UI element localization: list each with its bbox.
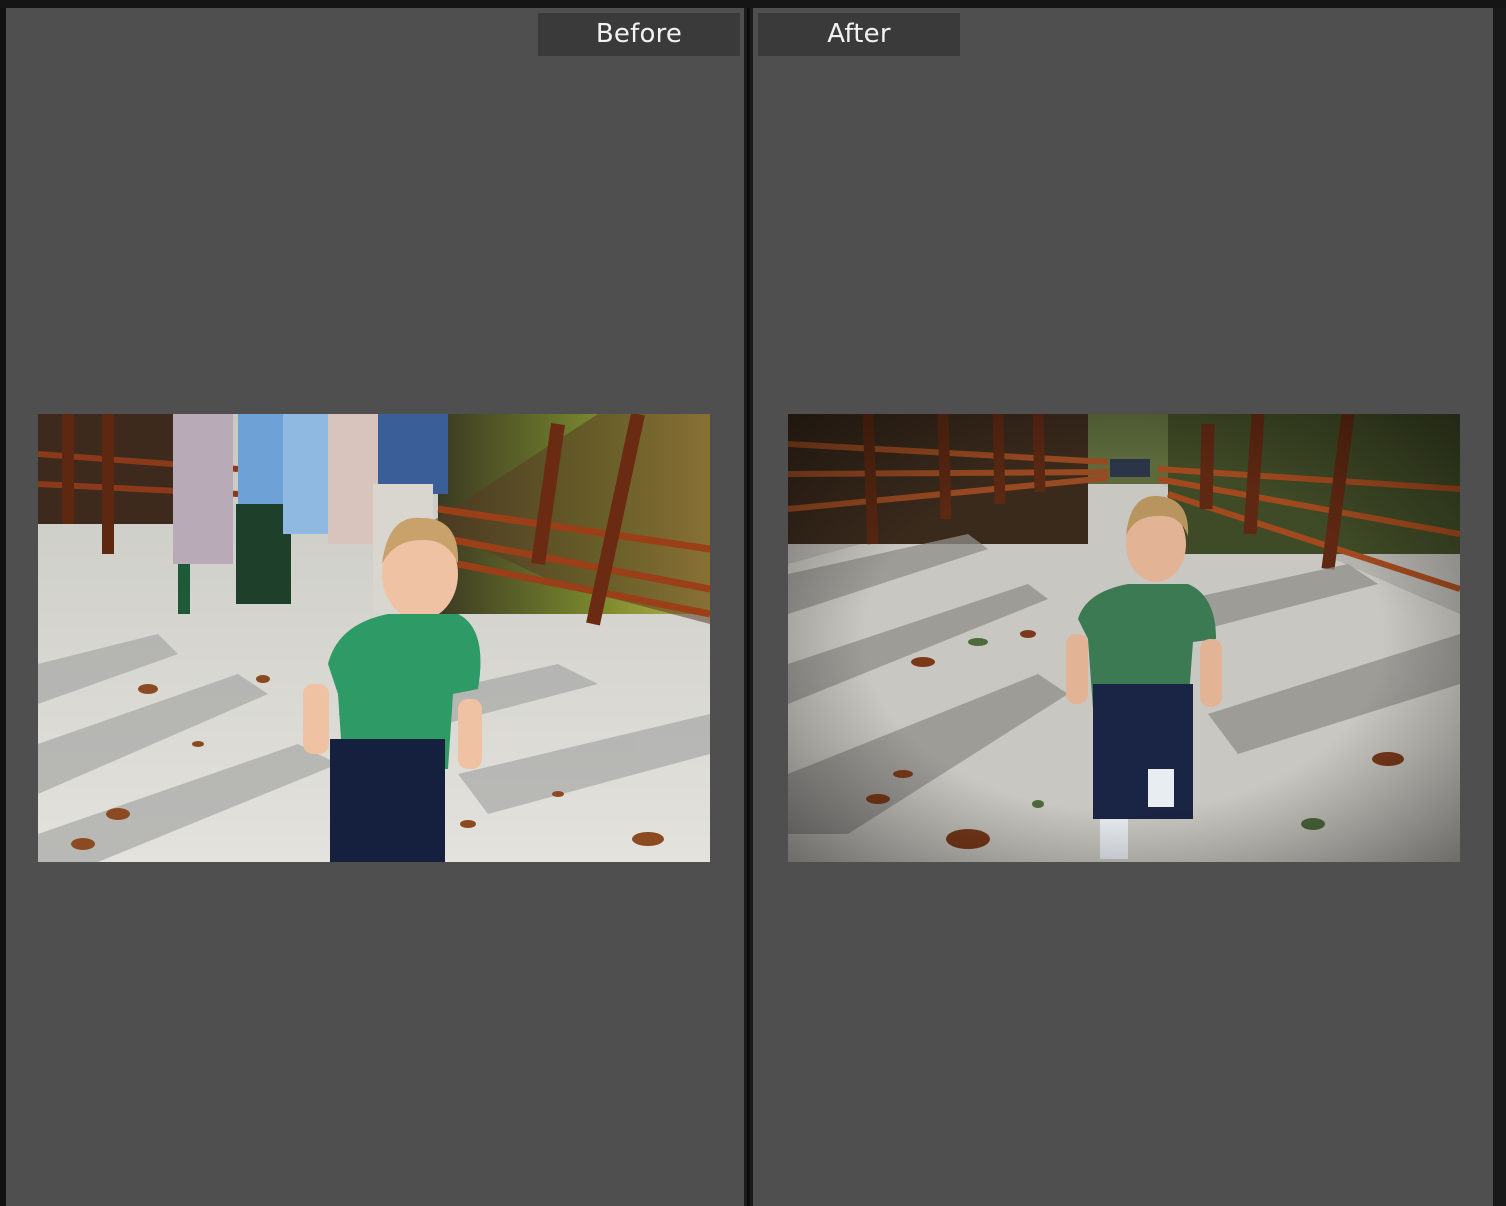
before-label: Before: [538, 13, 740, 56]
right-border: [1493, 8, 1506, 1206]
after-label: After: [758, 13, 960, 56]
before-photo[interactable]: [38, 414, 710, 862]
after-panel[interactable]: After: [753, 8, 1493, 1206]
top-border: [0, 0, 1506, 8]
after-photo[interactable]: [788, 414, 1460, 862]
before-panel[interactable]: Before: [6, 8, 744, 1206]
compare-view-window: Before After: [0, 0, 1506, 1206]
panel-divider[interactable]: [744, 8, 753, 1206]
